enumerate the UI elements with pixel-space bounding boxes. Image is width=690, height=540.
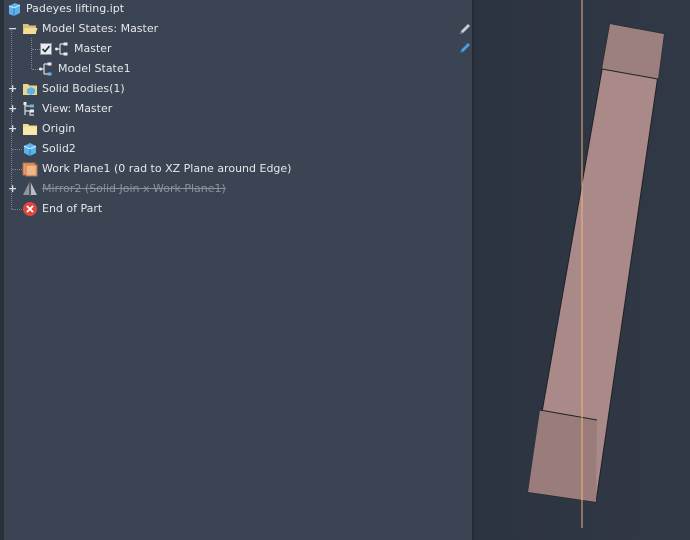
tree-node-origin[interactable]: Origin: [22, 119, 75, 139]
part-model-view[interactable]: [474, 0, 690, 540]
tree-node-label: Solid2: [42, 142, 76, 155]
tree-guide-line: [12, 149, 22, 150]
tree-node-end-of-part[interactable]: End of Part: [22, 199, 102, 219]
open-folder-icon: [22, 21, 38, 37]
work-plane-icon: [22, 161, 38, 177]
view-rep-icon: [22, 101, 38, 117]
tree-node-label: Solid Bodies(1): [42, 82, 125, 95]
tree-guide-line: [31, 38, 32, 69]
tree-node-label: Model States: Master: [42, 22, 159, 35]
tree-node-solid-bodies[interactable]: Solid Bodies(1): [22, 79, 125, 99]
tree-guide-line: [32, 49, 40, 50]
tree-node-model-states[interactable]: Model States: Master: [22, 19, 158, 39]
expand-icon[interactable]: +: [8, 103, 17, 114]
expand-icon[interactable]: +: [8, 183, 17, 194]
model-state-icon: [38, 61, 54, 77]
tree-node-label: Origin: [42, 122, 76, 135]
part-file-icon: [6, 1, 22, 17]
folder-icon: [22, 121, 38, 137]
model-browser: Padeyes lifting.ipt − Model States: Mast…: [4, 0, 472, 540]
tree-guide-line: [12, 209, 22, 210]
tree-node-root[interactable]: Padeyes lifting.ipt: [6, 0, 124, 19]
expand-icon[interactable]: +: [8, 83, 17, 94]
end-of-part-icon: [22, 201, 38, 217]
tree-node-solid2[interactable]: Solid2: [22, 139, 76, 159]
tree-node-label: Padeyes lifting.ipt: [26, 2, 125, 15]
tree-node-master[interactable]: Master: [40, 39, 112, 59]
checkbox-checked-icon[interactable]: [40, 43, 52, 55]
tree-node-label: Master: [74, 42, 112, 55]
solid-body-icon: [22, 141, 38, 157]
tree-node-label: View: Master: [42, 102, 113, 115]
mirror-feature-icon: [22, 181, 38, 197]
solid-bodies-folder-icon: [22, 81, 38, 97]
collapse-icon[interactable]: −: [8, 23, 17, 34]
graphics-viewport[interactable]: [474, 0, 690, 540]
tree-node-label: Model State1: [58, 62, 131, 75]
tree-node-label: End of Part: [42, 202, 103, 215]
tree-node-work-plane1[interactable]: Work Plane1 (0 rad to XZ Plane around Ed…: [22, 159, 291, 179]
tree-node-model-state1[interactable]: Model State1: [38, 59, 131, 79]
part-end-face-bottom[interactable]: [528, 410, 597, 502]
tree-node-label: Work Plane1 (0 rad to XZ Plane around Ed…: [42, 162, 292, 175]
tree-node-view-master[interactable]: View: Master: [22, 99, 112, 119]
tree-node-label: Mirror2 (Solid Join x Work Plane1): [42, 182, 226, 195]
tree-node-mirror2[interactable]: Mirror2 (Solid Join x Work Plane1): [22, 179, 226, 199]
pencil-icon[interactable]: [458, 22, 472, 36]
expand-icon[interactable]: +: [8, 123, 17, 134]
tree-guide-line: [12, 169, 22, 170]
model-state-icon: [54, 41, 70, 57]
pencil-active-icon[interactable]: [458, 41, 472, 55]
